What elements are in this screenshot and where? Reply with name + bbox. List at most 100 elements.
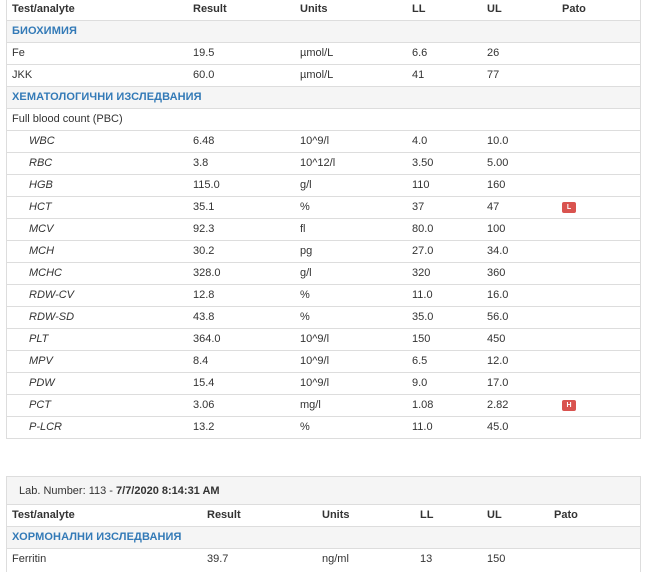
pato-cell [557, 371, 640, 394]
units-value: g/l [295, 261, 407, 284]
upper-limit: 360 [482, 261, 557, 284]
results-panel: Test/analyte Result Units LL UL Pato БИО… [6, 0, 641, 439]
units-value: 10^12/l [295, 151, 407, 174]
pato-cell [557, 283, 640, 306]
table-row: RDW-CV 12.8 % 11.0 16.0 [7, 283, 640, 306]
pato-cell [557, 305, 640, 328]
upper-limit: 12.0 [482, 349, 557, 372]
upper-limit: 26 [482, 41, 557, 64]
table-row: Ferritin 39.7 ng/ml 13 150 [7, 547, 640, 570]
upper-limit: 5.00 [482, 151, 557, 174]
units-value: µmol/L [295, 63, 407, 86]
upper-limit: 34.0 [482, 239, 557, 262]
lower-limit: 80.0 [407, 217, 482, 240]
test-name: Ferritin [7, 547, 202, 570]
result-value: 30.2 [188, 239, 295, 262]
upper-limit: 77 [482, 63, 557, 86]
pato-cell: H [557, 393, 640, 416]
lab-datetime: 7/7/2020 8:14:31 AM [116, 485, 220, 497]
column-header: LL [407, 0, 482, 21]
pato-cell [557, 41, 640, 64]
lower-limit: 3.50 [407, 151, 482, 174]
column-header: Pato [557, 0, 640, 21]
lower-limit: 9.0 [407, 371, 482, 394]
result-value: 328.0 [188, 261, 295, 284]
upper-limit: 17.0 [482, 371, 557, 394]
test-name: HGB [7, 173, 188, 196]
pato-cell [557, 151, 640, 174]
pato-cell [557, 239, 640, 262]
lab-results-panel: Lab. Number: 113 - 7/7/2020 8:14:31 AM T… [6, 476, 641, 572]
test-name: JKK [7, 63, 188, 86]
upper-limit: 45.0 [482, 415, 557, 438]
result-value: 3.06 [188, 393, 295, 416]
result-value: 115.0 [188, 173, 295, 196]
table-row: PDW 15.4 10^9/l 9.0 17.0 [7, 371, 640, 394]
lower-limit: 110 [407, 173, 482, 196]
units-value: % [295, 415, 407, 438]
result-value: 15.4 [188, 371, 295, 394]
result-value: 6.48 [188, 129, 295, 152]
upper-limit: 47 [482, 195, 557, 218]
column-header: Test/analyte [7, 0, 188, 21]
units-value: 10^9/l [295, 349, 407, 372]
upper-limit: 450 [482, 327, 557, 350]
section-title: БИОХИМИЯ [7, 19, 640, 42]
result-value: 13.2 [188, 415, 295, 438]
test-name: RDW-CV [7, 283, 188, 306]
lower-limit: 320 [407, 261, 482, 284]
column-header: Units [295, 0, 407, 21]
table-row: HCT 35.1 % 37 47 L [7, 195, 640, 218]
lower-limit: 35.0 [407, 305, 482, 328]
section-title: ХОРМОНАЛНИ ИЗСЛЕДВАНИЯ [7, 525, 640, 548]
table-row: MPV 8.4 10^9/l 6.5 12.0 [7, 349, 640, 372]
table-row: Fe 19.5 µmol/L 6.6 26 [7, 41, 640, 64]
upper-limit: 2.82 [482, 393, 557, 416]
column-header: Units [317, 505, 415, 527]
column-header: UL [482, 505, 549, 527]
pato-cell [557, 173, 640, 196]
units-value: 10^9/l [295, 327, 407, 350]
units-value: % [295, 195, 407, 218]
test-name: MCH [7, 239, 188, 262]
high-flag-badge: H [562, 399, 576, 411]
test-name: RBC [7, 151, 188, 174]
lower-limit: 11.0 [407, 283, 482, 306]
column-header: UL [482, 0, 557, 21]
units-value: mg/l [295, 393, 407, 416]
lower-limit: 13 [415, 547, 482, 570]
units-value: µmol/L [295, 41, 407, 64]
table-row: JKK 60.0 µmol/L 41 77 [7, 63, 640, 86]
pato-cell [557, 327, 640, 350]
group-label: Full blood count (PBC) [7, 107, 640, 130]
table-row: PLT 364.0 10^9/l 150 450 [7, 327, 640, 350]
result-value: 364.0 [188, 327, 295, 350]
table-row: HGB 115.0 g/l 110 160 [7, 173, 640, 196]
units-value: 10^9/l [295, 129, 407, 152]
lower-limit: 37 [407, 195, 482, 218]
table-row: RBC 3.8 10^12/l 3.50 5.00 [7, 151, 640, 174]
lab-number-label: Lab. Number: 113 - [19, 485, 117, 497]
result-value: 35.1 [188, 195, 295, 218]
test-name: PDW [7, 371, 188, 394]
upper-limit: 150 [482, 547, 549, 570]
table-row: MCV 92.3 fl 80.0 100 [7, 217, 640, 240]
units-value: ng/ml [317, 547, 415, 570]
table-row: MCHC 328.0 g/l 320 360 [7, 261, 640, 284]
units-value: % [295, 305, 407, 328]
pato-cell [557, 261, 640, 284]
units-value: % [295, 283, 407, 306]
section-header-row: ХОРМОНАЛНИ ИЗСЛЕДВАНИЯ [7, 525, 640, 548]
result-value: 60.0 [188, 63, 295, 86]
upper-limit: 10.0 [482, 129, 557, 152]
lower-limit: 150 [407, 327, 482, 350]
column-header: LL [415, 505, 482, 527]
table-row: PCT 3.06 mg/l 1.08 2.82 H [7, 393, 640, 416]
upper-limit: 56.0 [482, 305, 557, 328]
lower-limit: 4.0 [407, 129, 482, 152]
column-header: Pato [549, 505, 640, 527]
hormone-results-table: Test/analyte Result Units LL UL Pato ХОР… [7, 505, 640, 570]
result-value: 12.8 [188, 283, 295, 306]
table-row: MCH 30.2 pg 27.0 34.0 [7, 239, 640, 262]
result-value: 3.8 [188, 151, 295, 174]
